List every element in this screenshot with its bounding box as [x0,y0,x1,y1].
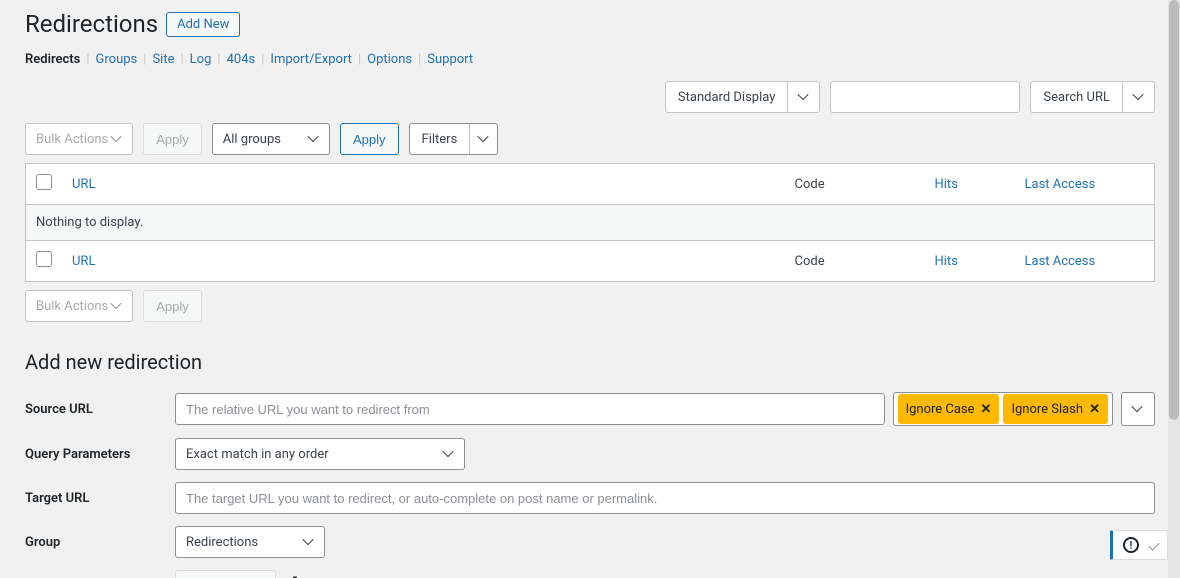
tab-options[interactable]: Options [361,52,418,67]
chevron-down-icon[interactable] [469,124,497,154]
groups-select[interactable]: All groups [212,123,330,155]
col-url-bottom[interactable]: URL [72,254,95,269]
empty-row: Nothing to display. [26,205,1155,241]
add-new-heading: Add new redirection [25,350,1155,374]
tab-site[interactable]: Site [146,52,180,67]
add-new-button[interactable]: Add New [166,12,240,37]
filters-label: Filters [410,124,470,154]
apply-filter-button[interactable]: Apply [340,123,399,155]
search-input[interactable] [830,81,1020,113]
chevron-down-icon [309,134,319,144]
source-url-tags: Ignore Case✕ Ignore Slash✕ [893,392,1113,426]
redirects-table: URL Code Hits Last Access Nothing to dis… [25,163,1155,282]
search-url-button[interactable]: Search URL [1030,81,1155,113]
tab-redirects[interactable]: Redirects [25,52,86,67]
chevron-down-icon [304,537,314,547]
alert-icon: ! [1123,537,1139,553]
apply-bulk-button[interactable]: Apply [143,123,202,155]
chevron-down-icon [112,134,122,144]
tag-ignore-case[interactable]: Ignore Case✕ [898,394,1000,424]
display-select[interactable]: Standard Display [665,81,820,113]
close-icon[interactable]: ✕ [1089,402,1100,417]
tags-dropdown-toggle[interactable] [1121,392,1155,426]
tag-ignore-slash[interactable]: Ignore Slash✕ [1003,394,1108,424]
chevron-down-icon [444,449,454,459]
tab-404s[interactable]: 404s [221,52,262,67]
label-group: Group [25,535,175,550]
select-all-checkbox-bottom[interactable] [36,251,52,267]
add-redirect-button[interactable]: Add Redirect [175,570,276,578]
bulk-actions-select-bottom[interactable]: Bulk Actions [25,290,133,322]
chevron-down-icon[interactable] [1122,82,1154,112]
page-title: Redirections [25,10,158,38]
display-select-label: Standard Display [666,82,787,112]
label-query-params: Query Parameters [25,447,175,462]
scrollbar[interactable] [1168,0,1180,578]
col-code: Code [785,164,925,205]
col-hits[interactable]: Hits [935,177,958,192]
status-widget[interactable]: ! [1110,530,1168,560]
bulk-actions-label: Bulk Actions [36,132,108,147]
col-code-bottom: Code [785,241,925,282]
close-icon[interactable]: ✕ [981,402,992,417]
col-url[interactable]: URL [72,177,95,192]
label-target-url: Target URL [25,491,175,506]
tab-support[interactable]: Support [421,52,479,67]
groups-select-label: All groups [223,132,281,147]
col-hits-bottom[interactable]: Hits [935,254,958,269]
chevron-down-icon[interactable] [787,82,819,112]
search-url-label: Search URL [1031,82,1122,112]
select-all-checkbox[interactable] [36,174,52,190]
col-last-bottom[interactable]: Last Access [1025,254,1096,269]
apply-bulk-button-bottom[interactable]: Apply [143,290,202,322]
tab-log[interactable]: Log [184,52,218,67]
source-url-input[interactable] [175,393,885,425]
filters-button[interactable]: Filters [409,123,499,155]
col-last[interactable]: Last Access [1025,177,1096,192]
checkmark-icon [1151,540,1157,550]
label-source-url: Source URL [25,402,175,417]
query-params-select[interactable]: Exact match in any order [175,438,465,470]
chevron-down-icon [112,301,122,311]
bulk-actions-select[interactable]: Bulk Actions [25,123,133,155]
tab-import-export[interactable]: Import/Export [264,52,358,67]
tab-groups[interactable]: Groups [90,52,144,67]
sub-tabs: Redirects| Groups| Site| Log| 404s| Impo… [25,52,1155,67]
group-select[interactable]: Redirections [175,526,325,558]
target-url-input[interactable] [175,482,1155,514]
